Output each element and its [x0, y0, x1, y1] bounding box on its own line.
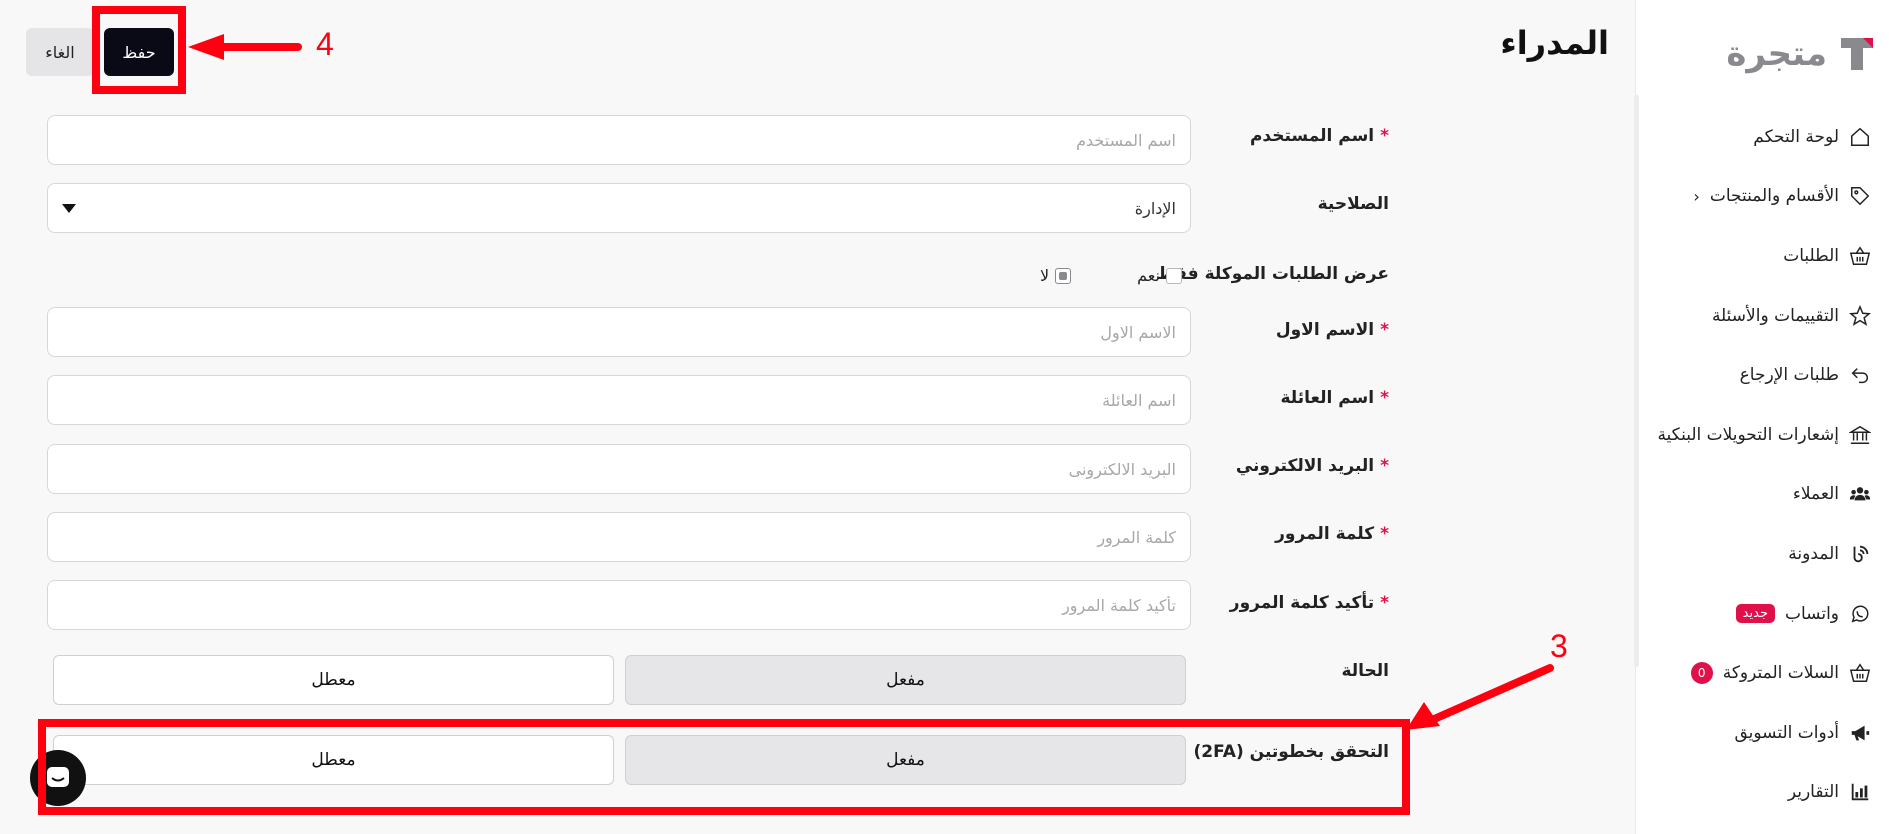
caret-down-icon: [62, 204, 76, 213]
sidebar-nav: لوحة التحكم الأقسام والمنتجات › الطلبات …: [1635, 107, 1901, 822]
sidebar-item-label: السلات المتروكة: [1722, 663, 1839, 684]
sidebar-item-orders[interactable]: الطلبات: [1635, 226, 1901, 286]
required-marker: *: [1380, 456, 1389, 476]
sidebar-item-label: أدوات التسويق: [1734, 722, 1839, 743]
count-badge: 0: [1690, 662, 1713, 685]
sidebar-item-bank-transfers[interactable]: إشعارات التحويلات البنكية: [1635, 405, 1901, 465]
annotation-box-2fa: [38, 719, 1410, 815]
star-icon: [1849, 304, 1871, 327]
basket-icon: [1849, 662, 1871, 684]
brand-logo[interactable]: متجرة: [1726, 28, 1877, 80]
chevron-right-icon: ›: [1693, 186, 1700, 206]
last-name-input[interactable]: [47, 375, 1191, 425]
status-disabled-button[interactable]: معطل: [53, 655, 614, 705]
annotation-number-4: 4: [316, 26, 334, 62]
sidebar-item-customers[interactable]: العملاء: [1635, 465, 1901, 525]
brand-mark-icon: [1841, 38, 1873, 70]
sidebar-item-reports[interactable]: التقارير: [1635, 763, 1901, 823]
assigned-only-no[interactable]: لا: [1040, 266, 1072, 285]
sidebar: متجرة لوحة التحكم الأقسام والمنتجات › ال…: [1634, 0, 1901, 834]
password-confirm-input[interactable]: [47, 580, 1191, 630]
chart-icon: [1849, 781, 1871, 803]
users-icon: [1849, 483, 1871, 505]
assigned-only-options: لا نعم: [1040, 266, 1182, 285]
required-marker: *: [1380, 593, 1389, 613]
sidebar-item-label: واتساب: [1784, 603, 1839, 624]
blog-icon: [1849, 543, 1871, 565]
role-select[interactable]: الإدارة: [47, 183, 1191, 233]
username-input[interactable]: [47, 115, 1191, 165]
required-marker: *: [1380, 524, 1389, 544]
sidebar-item-label: الأقسام والمنتجات: [1709, 186, 1839, 207]
sidebar-item-label: العملاء: [1792, 484, 1839, 505]
password-input[interactable]: [47, 512, 1191, 562]
first-name-input[interactable]: [47, 307, 1191, 357]
sidebar-item-abandoned-carts[interactable]: السلات المتروكة 0: [1635, 643, 1901, 703]
annotation-arrow-2fa: [1406, 664, 1554, 730]
required-marker: *: [1380, 388, 1389, 408]
sidebar-item-returns[interactable]: طلبات الإرجاع: [1635, 345, 1901, 405]
megaphone-icon: [1849, 722, 1871, 744]
sidebar-item-blog[interactable]: المدونة: [1635, 524, 1901, 584]
new-badge: جديد: [1735, 604, 1775, 624]
cancel-button[interactable]: الغاء: [26, 28, 94, 76]
brand-name: متجرة: [1726, 34, 1828, 74]
sidebar-item-label: الطلبات: [1783, 245, 1839, 266]
return-icon: [1849, 364, 1871, 386]
sidebar-item-label: التقييمات والأسئلة: [1711, 305, 1839, 326]
sidebar-item-marketing[interactable]: أدوات التسويق: [1635, 703, 1901, 763]
email-input[interactable]: [47, 444, 1191, 494]
option-label: نعم: [1137, 266, 1160, 285]
sidebar-item-categories-products[interactable]: الأقسام والمنتجات ›: [1635, 167, 1901, 227]
whatsapp-icon: [1849, 603, 1871, 625]
page-title: المدراء: [1500, 24, 1609, 62]
role-select-value: الإدارة: [1134, 198, 1176, 218]
assigned-only-yes[interactable]: نعم: [1137, 266, 1182, 285]
sidebar-item-dashboard[interactable]: لوحة التحكم: [1635, 107, 1901, 167]
checkbox-yes[interactable]: [1165, 267, 1182, 284]
required-marker: *: [1380, 126, 1389, 146]
home-icon: [1849, 126, 1871, 148]
status-enabled-button[interactable]: مفعل: [625, 655, 1186, 705]
annotation-number-3: 3: [1550, 628, 1568, 664]
checkbox-no[interactable]: [1055, 267, 1072, 284]
sidebar-item-reviews[interactable]: التقييمات والأسئلة: [1635, 286, 1901, 346]
basket-icon: [1849, 245, 1871, 267]
sidebar-item-label: المدونة: [1788, 543, 1839, 564]
sidebar-item-label: لوحة التحكم: [1753, 126, 1839, 147]
sidebar-item-label: التقارير: [1787, 782, 1839, 803]
required-marker: *: [1380, 320, 1389, 340]
tag-icon: [1849, 185, 1871, 207]
sidebar-item-label: إشعارات التحويلات البنكية: [1657, 424, 1839, 445]
bank-icon: [1849, 424, 1871, 446]
annotation-box-save: [92, 6, 186, 94]
sidebar-item-whatsapp[interactable]: واتساب جديد: [1635, 584, 1901, 644]
annotation-arrow-save: [188, 34, 302, 60]
sidebar-item-label: طلبات الإرجاع: [1739, 365, 1839, 386]
option-label: لا: [1040, 266, 1050, 285]
